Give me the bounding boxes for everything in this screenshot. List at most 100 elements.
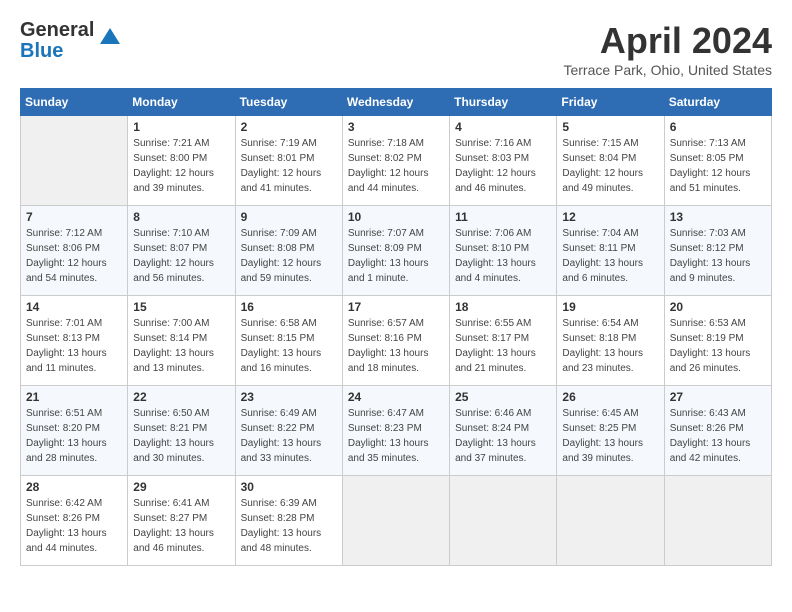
calendar-day: 17 Sunrise: 6:57 AMSunset: 8:16 PMDaylig… bbox=[342, 296, 449, 386]
day-info: Sunrise: 6:57 AMSunset: 8:16 PMDaylight:… bbox=[348, 316, 444, 376]
day-info: Sunrise: 7:07 AMSunset: 8:09 PMDaylight:… bbox=[348, 226, 444, 286]
day-info: Sunrise: 6:55 AMSunset: 8:17 PMDaylight:… bbox=[455, 316, 551, 376]
calendar-day: 29 Sunrise: 6:41 AMSunset: 8:27 PMDaylig… bbox=[128, 476, 235, 566]
logo: General Blue bbox=[20, 20, 120, 62]
day-info: Sunrise: 7:16 AMSunset: 8:03 PMDaylight:… bbox=[455, 136, 551, 196]
logo-general: General bbox=[20, 20, 94, 41]
day-number: 12 bbox=[562, 210, 658, 224]
day-info: Sunrise: 6:53 AMSunset: 8:19 PMDaylight:… bbox=[670, 316, 766, 376]
column-header-monday: Monday bbox=[128, 89, 235, 116]
calendar-day bbox=[450, 476, 557, 566]
title-block: April 2024 Terrace Park, Ohio, United St… bbox=[563, 20, 772, 78]
day-number: 26 bbox=[562, 390, 658, 404]
day-number: 16 bbox=[241, 300, 337, 314]
calendar-day: 2 Sunrise: 7:19 AMSunset: 8:01 PMDayligh… bbox=[235, 116, 342, 206]
calendar-day: 10 Sunrise: 7:07 AMSunset: 8:09 PMDaylig… bbox=[342, 206, 449, 296]
day-number: 11 bbox=[455, 210, 551, 224]
calendar-day: 20 Sunrise: 6:53 AMSunset: 8:19 PMDaylig… bbox=[664, 296, 771, 386]
day-info: Sunrise: 6:47 AMSunset: 8:23 PMDaylight:… bbox=[348, 406, 444, 466]
day-info: Sunrise: 6:49 AMSunset: 8:22 PMDaylight:… bbox=[241, 406, 337, 466]
day-number: 13 bbox=[670, 210, 766, 224]
calendar-day: 6 Sunrise: 7:13 AMSunset: 8:05 PMDayligh… bbox=[664, 116, 771, 206]
calendar-table: SundayMondayTuesdayWednesdayThursdayFrid… bbox=[20, 88, 772, 566]
calendar-day: 8 Sunrise: 7:10 AMSunset: 8:07 PMDayligh… bbox=[128, 206, 235, 296]
day-number: 6 bbox=[670, 120, 766, 134]
day-number: 28 bbox=[26, 480, 122, 494]
day-number: 19 bbox=[562, 300, 658, 314]
calendar-day bbox=[557, 476, 664, 566]
calendar-day: 16 Sunrise: 6:58 AMSunset: 8:15 PMDaylig… bbox=[235, 296, 342, 386]
day-info: Sunrise: 7:00 AMSunset: 8:14 PMDaylight:… bbox=[133, 316, 229, 376]
day-info: Sunrise: 6:51 AMSunset: 8:20 PMDaylight:… bbox=[26, 406, 122, 466]
day-number: 3 bbox=[348, 120, 444, 134]
column-header-tuesday: Tuesday bbox=[235, 89, 342, 116]
calendar-day: 7 Sunrise: 7:12 AMSunset: 8:06 PMDayligh… bbox=[21, 206, 128, 296]
day-info: Sunrise: 7:12 AMSunset: 8:06 PMDaylight:… bbox=[26, 226, 122, 286]
day-number: 24 bbox=[348, 390, 444, 404]
calendar-day: 15 Sunrise: 7:00 AMSunset: 8:14 PMDaylig… bbox=[128, 296, 235, 386]
day-info: Sunrise: 7:18 AMSunset: 8:02 PMDaylight:… bbox=[348, 136, 444, 196]
calendar-day: 11 Sunrise: 7:06 AMSunset: 8:10 PMDaylig… bbox=[450, 206, 557, 296]
calendar-day: 19 Sunrise: 6:54 AMSunset: 8:18 PMDaylig… bbox=[557, 296, 664, 386]
header: General Blue April 2024 Terrace Park, Oh… bbox=[20, 20, 772, 78]
calendar-day: 24 Sunrise: 6:47 AMSunset: 8:23 PMDaylig… bbox=[342, 386, 449, 476]
calendar-day: 27 Sunrise: 6:43 AMSunset: 8:26 PMDaylig… bbox=[664, 386, 771, 476]
day-info: Sunrise: 6:54 AMSunset: 8:18 PMDaylight:… bbox=[562, 316, 658, 376]
calendar-day: 22 Sunrise: 6:50 AMSunset: 8:21 PMDaylig… bbox=[128, 386, 235, 476]
day-number: 10 bbox=[348, 210, 444, 224]
day-info: Sunrise: 7:13 AMSunset: 8:05 PMDaylight:… bbox=[670, 136, 766, 196]
calendar-day: 14 Sunrise: 7:01 AMSunset: 8:13 PMDaylig… bbox=[21, 296, 128, 386]
day-info: Sunrise: 7:04 AMSunset: 8:11 PMDaylight:… bbox=[562, 226, 658, 286]
column-header-saturday: Saturday bbox=[664, 89, 771, 116]
day-number: 25 bbox=[455, 390, 551, 404]
day-info: Sunrise: 7:21 AMSunset: 8:00 PMDaylight:… bbox=[133, 136, 229, 196]
day-info: Sunrise: 6:41 AMSunset: 8:27 PMDaylight:… bbox=[133, 496, 229, 556]
calendar-day: 3 Sunrise: 7:18 AMSunset: 8:02 PMDayligh… bbox=[342, 116, 449, 206]
calendar-day: 18 Sunrise: 6:55 AMSunset: 8:17 PMDaylig… bbox=[450, 296, 557, 386]
calendar-day: 21 Sunrise: 6:51 AMSunset: 8:20 PMDaylig… bbox=[21, 386, 128, 476]
day-number: 22 bbox=[133, 390, 229, 404]
day-info: Sunrise: 7:10 AMSunset: 8:07 PMDaylight:… bbox=[133, 226, 229, 286]
calendar-day: 5 Sunrise: 7:15 AMSunset: 8:04 PMDayligh… bbox=[557, 116, 664, 206]
calendar-day bbox=[342, 476, 449, 566]
day-number: 5 bbox=[562, 120, 658, 134]
day-number: 29 bbox=[133, 480, 229, 494]
day-number: 9 bbox=[241, 210, 337, 224]
day-number: 2 bbox=[241, 120, 337, 134]
day-number: 15 bbox=[133, 300, 229, 314]
calendar-header-row: SundayMondayTuesdayWednesdayThursdayFrid… bbox=[21, 89, 772, 116]
day-info: Sunrise: 6:58 AMSunset: 8:15 PMDaylight:… bbox=[241, 316, 337, 376]
calendar-week-3: 14 Sunrise: 7:01 AMSunset: 8:13 PMDaylig… bbox=[21, 296, 772, 386]
calendar-day: 28 Sunrise: 6:42 AMSunset: 8:26 PMDaylig… bbox=[21, 476, 128, 566]
calendar-day: 12 Sunrise: 7:04 AMSunset: 8:11 PMDaylig… bbox=[557, 206, 664, 296]
calendar-title: April 2024 bbox=[563, 20, 772, 62]
calendar-week-4: 21 Sunrise: 6:51 AMSunset: 8:20 PMDaylig… bbox=[21, 386, 772, 476]
calendar-day: 1 Sunrise: 7:21 AMSunset: 8:00 PMDayligh… bbox=[128, 116, 235, 206]
calendar-day bbox=[21, 116, 128, 206]
day-info: Sunrise: 7:09 AMSunset: 8:08 PMDaylight:… bbox=[241, 226, 337, 286]
day-number: 17 bbox=[348, 300, 444, 314]
calendar-day: 25 Sunrise: 6:46 AMSunset: 8:24 PMDaylig… bbox=[450, 386, 557, 476]
day-info: Sunrise: 6:50 AMSunset: 8:21 PMDaylight:… bbox=[133, 406, 229, 466]
day-info: Sunrise: 6:46 AMSunset: 8:24 PMDaylight:… bbox=[455, 406, 551, 466]
column-header-sunday: Sunday bbox=[21, 89, 128, 116]
calendar-week-1: 1 Sunrise: 7:21 AMSunset: 8:00 PMDayligh… bbox=[21, 116, 772, 206]
day-number: 7 bbox=[26, 210, 122, 224]
column-header-wednesday: Wednesday bbox=[342, 89, 449, 116]
day-info: Sunrise: 7:01 AMSunset: 8:13 PMDaylight:… bbox=[26, 316, 122, 376]
calendar-week-2: 7 Sunrise: 7:12 AMSunset: 8:06 PMDayligh… bbox=[21, 206, 772, 296]
day-info: Sunrise: 7:15 AMSunset: 8:04 PMDaylight:… bbox=[562, 136, 658, 196]
day-number: 27 bbox=[670, 390, 766, 404]
day-info: Sunrise: 7:06 AMSunset: 8:10 PMDaylight:… bbox=[455, 226, 551, 286]
calendar-day: 9 Sunrise: 7:09 AMSunset: 8:08 PMDayligh… bbox=[235, 206, 342, 296]
calendar-day: 26 Sunrise: 6:45 AMSunset: 8:25 PMDaylig… bbox=[557, 386, 664, 476]
day-number: 14 bbox=[26, 300, 122, 314]
day-number: 1 bbox=[133, 120, 229, 134]
day-info: Sunrise: 6:43 AMSunset: 8:26 PMDaylight:… bbox=[670, 406, 766, 466]
calendar-day: 13 Sunrise: 7:03 AMSunset: 8:12 PMDaylig… bbox=[664, 206, 771, 296]
day-number: 23 bbox=[241, 390, 337, 404]
column-header-friday: Friday bbox=[557, 89, 664, 116]
calendar-day: 30 Sunrise: 6:39 AMSunset: 8:28 PMDaylig… bbox=[235, 476, 342, 566]
day-info: Sunrise: 6:45 AMSunset: 8:25 PMDaylight:… bbox=[562, 406, 658, 466]
calendar-day: 4 Sunrise: 7:16 AMSunset: 8:03 PMDayligh… bbox=[450, 116, 557, 206]
